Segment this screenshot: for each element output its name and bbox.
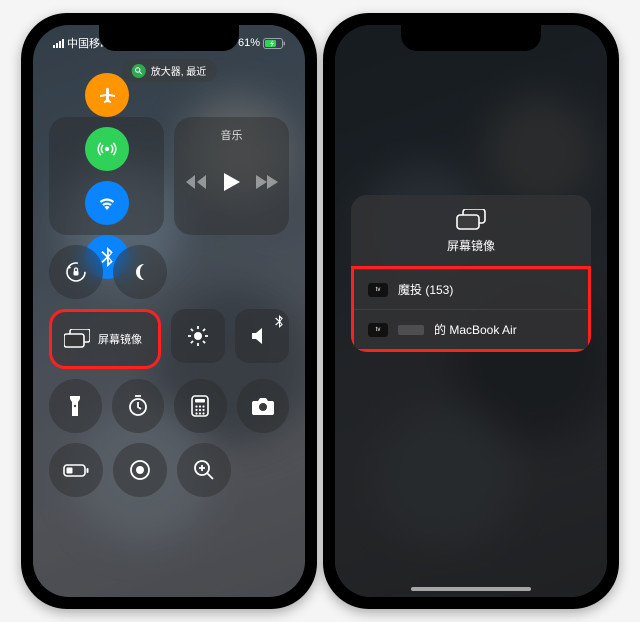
screen: 中国移动 61% 放大器, 最近	[33, 25, 305, 597]
device-row[interactable]: tv 的 MacBook Air	[354, 309, 588, 349]
appletv-icon: tv	[368, 323, 388, 337]
screen-mirror-button[interactable]: 屏幕镜像	[52, 312, 158, 366]
dnd-button[interactable]	[113, 245, 167, 299]
calculator-button[interactable]	[174, 379, 227, 433]
connectivity-tile	[49, 117, 164, 235]
airplane-button[interactable]	[85, 73, 129, 117]
moon-icon	[130, 262, 150, 282]
device-name: 的 MacBook Air	[434, 321, 517, 338]
screen: 屏幕镜像 tv 魔投 (153) tv 的 MacBook Air	[335, 25, 607, 597]
battery-icon	[263, 38, 285, 49]
volume-icon	[252, 327, 272, 345]
wifi-button[interactable]	[85, 181, 129, 225]
play-icon[interactable]	[224, 173, 240, 191]
cellular-button[interactable]	[85, 127, 129, 171]
music-title: 音乐	[221, 127, 243, 143]
screen-record-button[interactable]	[113, 443, 167, 497]
magnifier-plus-icon	[193, 459, 215, 481]
magnifier-badge-icon	[132, 64, 146, 78]
flashlight-icon	[69, 395, 81, 417]
music-tile[interactable]: 音乐	[174, 117, 289, 235]
notch	[99, 25, 239, 51]
magnifier-button[interactable]	[177, 443, 231, 497]
rewind-icon[interactable]	[186, 175, 208, 189]
airplane-icon	[97, 85, 117, 105]
screen-mirror-icon	[64, 329, 90, 349]
record-icon	[129, 459, 151, 481]
appletv-icon: tv	[368, 283, 388, 297]
signal-icon	[53, 39, 64, 48]
timer-button[interactable]	[112, 379, 165, 433]
timer-icon	[127, 395, 149, 417]
phone-right: 屏幕镜像 tv 魔投 (153) tv 的 MacBook Air	[323, 13, 619, 609]
forward-icon[interactable]	[256, 175, 278, 189]
volume-button[interactable]	[235, 309, 289, 363]
screen-mirror-icon	[456, 209, 486, 231]
wifi-icon	[97, 195, 117, 211]
brightness-icon	[186, 324, 210, 348]
device-name: 魔投 (153)	[398, 281, 453, 298]
recent-pill-label: 放大器, 最近	[151, 63, 207, 78]
orientation-lock-button[interactable]	[49, 245, 103, 299]
camera-icon	[251, 397, 275, 415]
phone-left: 中国移动 61% 放大器, 最近	[21, 13, 317, 609]
battery-pct: 61%	[238, 37, 260, 49]
orientation-lock-icon	[64, 260, 88, 284]
cellular-icon	[97, 139, 117, 159]
bluetooth-icon	[101, 247, 113, 267]
brightness-button[interactable]	[171, 309, 225, 363]
screen-mirror-sheet: 屏幕镜像 tv 魔投 (153) tv 的 MacBook Air	[351, 195, 591, 352]
recent-pill[interactable]: 放大器, 最近	[122, 59, 217, 82]
battery-outline-icon	[63, 464, 89, 477]
redacted-name	[398, 325, 424, 335]
camera-button[interactable]	[237, 379, 290, 433]
bluetooth-small-icon	[275, 315, 283, 328]
notch	[401, 25, 541, 51]
device-row[interactable]: tv 魔投 (153)	[354, 269, 588, 309]
calculator-icon	[191, 395, 209, 417]
lowpower-button[interactable]	[49, 443, 103, 497]
screen-mirror-label: 屏幕镜像	[98, 331, 142, 347]
control-center: 音乐	[49, 117, 289, 507]
home-indicator[interactable]	[411, 587, 531, 591]
device-list-highlight: tv 魔投 (153) tv 的 MacBook Air	[351, 266, 591, 352]
flashlight-button[interactable]	[49, 379, 102, 433]
sheet-title: 屏幕镜像	[447, 237, 495, 254]
